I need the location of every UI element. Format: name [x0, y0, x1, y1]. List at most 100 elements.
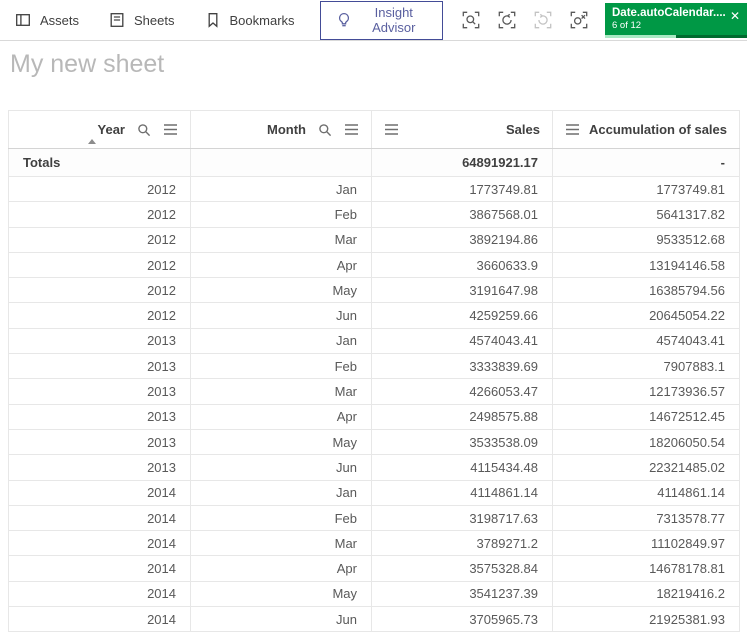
- insight-advisor-label: Insight Advisor: [372, 5, 416, 35]
- column-label-accumulation[interactable]: Accumulation of sales: [589, 122, 727, 137]
- close-icon[interactable]: ✕: [730, 9, 740, 23]
- selections-search-icon: [461, 10, 481, 30]
- selection-chip-count: 6 of 12: [612, 19, 642, 31]
- cell-month[interactable]: Feb: [190, 353, 372, 380]
- cell-sales: 4574043.41: [371, 327, 553, 355]
- table-row: 2013 Feb 3333839.69 7907883.1: [8, 353, 740, 380]
- cell-year[interactable]: 2013: [8, 378, 191, 405]
- column-header-year[interactable]: Year: [8, 110, 191, 149]
- cell-month[interactable]: Apr: [190, 251, 372, 279]
- cell-accumulation-of-sales: 7313578.77: [552, 504, 740, 532]
- cell-year[interactable]: 2013: [8, 428, 191, 456]
- column-label-year[interactable]: Year: [98, 122, 125, 137]
- cell-sales: 1773749.81: [371, 175, 553, 203]
- cell-accumulation-of-sales: 12173936.57: [552, 378, 740, 405]
- cell-year[interactable]: 2013: [8, 353, 191, 380]
- cell-sales: 3198717.63: [371, 504, 553, 532]
- table-row: 2012 Jan 1773749.81 1773749.81: [8, 175, 740, 203]
- cell-month[interactable]: Apr: [190, 403, 372, 430]
- cell-sales: 3333839.69: [371, 353, 553, 380]
- cell-month[interactable]: Feb: [190, 504, 372, 532]
- column-header-accumulation[interactable]: Accumulation of sales: [552, 110, 740, 149]
- cell-month[interactable]: Jun: [190, 454, 372, 481]
- column-header-month[interactable]: Month: [190, 110, 372, 149]
- totals-row: Totals 64891921.17 -: [8, 148, 740, 177]
- cell-year[interactable]: 2012: [8, 201, 191, 228]
- cell-month[interactable]: May: [190, 428, 372, 456]
- cell-sales: 4115434.48: [371, 454, 553, 481]
- sort-ascending-icon: [88, 139, 96, 144]
- selection-chip[interactable]: Date.autoCalendar.... 6 of 12 ✕: [605, 2, 747, 38]
- insight-advisor-button[interactable]: Insight Advisor: [319, 0, 443, 40]
- column-label-sales[interactable]: Sales: [506, 122, 540, 137]
- cell-year[interactable]: 2014: [8, 606, 191, 632]
- cell-accumulation-of-sales: 14678178.81: [552, 555, 740, 582]
- assets-panel-icon: [15, 12, 31, 28]
- table-row: 2014 Jun 3705965.73 21925381.93: [8, 606, 740, 632]
- cell-year[interactable]: 2014: [8, 504, 191, 532]
- selection-chip-field: Date.autoCalendar....: [612, 6, 725, 19]
- step-back-button[interactable]: [493, 6, 521, 34]
- cell-year[interactable]: 2014: [8, 530, 191, 557]
- search-icon[interactable]: [137, 123, 151, 137]
- cell-accumulation-of-sales: 16385794.56: [552, 277, 740, 304]
- cell-year[interactable]: 2012: [8, 277, 191, 304]
- clear-selections-button[interactable]: [565, 6, 593, 34]
- cell-month[interactable]: Jan: [190, 175, 372, 203]
- cell-year[interactable]: 2014: [8, 479, 191, 506]
- cell-year[interactable]: 2014: [8, 555, 191, 582]
- bookmarks-label: Bookmarks: [229, 12, 295, 28]
- column-menu-icon[interactable]: [344, 123, 359, 136]
- step-back-icon: [497, 10, 517, 30]
- column-menu-icon[interactable]: [384, 123, 399, 136]
- bookmarks-button[interactable]: Bookmarks: [190, 0, 310, 40]
- cell-accumulation-of-sales: 4114861.14: [552, 479, 740, 506]
- cell-accumulation-of-sales: 14672512.45: [552, 403, 740, 430]
- table-container: Year Month Sales Accumulation of sales T…: [8, 110, 740, 632]
- cell-month[interactable]: Feb: [190, 201, 372, 228]
- column-header-sales[interactable]: Sales: [371, 110, 553, 149]
- cell-month[interactable]: Jan: [190, 327, 372, 355]
- selection-chip-main: Date.autoCalendar.... 6 of 12: [612, 6, 725, 32]
- search-icon[interactable]: [318, 123, 332, 137]
- cell-month[interactable]: Apr: [190, 555, 372, 582]
- cell-year[interactable]: 2013: [8, 327, 191, 355]
- cell-year[interactable]: 2012: [8, 226, 191, 253]
- selection-progress-fill: [605, 34, 676, 38]
- step-forward-button[interactable]: [529, 6, 557, 34]
- table-row: 2014 Apr 3575328.84 14678178.81: [8, 555, 740, 582]
- cell-month[interactable]: Mar: [190, 530, 372, 557]
- table-row: 2012 Jun 4259259.66 20645054.22: [8, 302, 740, 329]
- sheets-label: Sheets: [134, 12, 175, 28]
- cell-month[interactable]: Jan: [190, 479, 372, 506]
- cell-year[interactable]: 2012: [8, 302, 191, 329]
- cell-month[interactable]: Mar: [190, 378, 372, 405]
- cell-accumulation-of-sales: 7907883.1: [552, 353, 740, 380]
- cell-year[interactable]: 2012: [8, 175, 191, 203]
- column-menu-icon[interactable]: [163, 123, 178, 136]
- cell-sales: 3867568.01: [371, 201, 553, 228]
- cell-month[interactable]: May: [190, 580, 372, 608]
- cell-year[interactable]: 2012: [8, 251, 191, 279]
- cell-month[interactable]: Jun: [190, 606, 372, 632]
- cell-accumulation-of-sales: 9533512.68: [552, 226, 740, 253]
- cell-sales: 4114861.14: [371, 479, 553, 506]
- table-header-row: Year Month Sales Accumulation of sales: [8, 110, 740, 149]
- table-row: 2013 Mar 4266053.47 12173936.57: [8, 378, 740, 405]
- cell-sales: 3892194.86: [371, 226, 553, 253]
- cell-year[interactable]: 2013: [8, 454, 191, 481]
- column-label-month[interactable]: Month: [267, 122, 306, 137]
- sheet-title: My new sheet: [10, 50, 165, 78]
- cell-month[interactable]: Jun: [190, 302, 372, 329]
- toolbar: Assets Sheets Bookmarks Insight Advisor: [0, 0, 747, 41]
- cell-month[interactable]: May: [190, 277, 372, 304]
- cell-accumulation-of-sales: 22321485.02: [552, 454, 740, 481]
- cell-year[interactable]: 2014: [8, 580, 191, 608]
- column-menu-icon[interactable]: [565, 123, 580, 136]
- cell-year[interactable]: 2013: [8, 403, 191, 430]
- sheets-button[interactable]: Sheets: [94, 0, 189, 40]
- selections-tool-button[interactable]: [457, 6, 485, 34]
- assets-button[interactable]: Assets: [0, 0, 94, 40]
- cell-accumulation-of-sales: 18219416.2: [552, 580, 740, 608]
- cell-month[interactable]: Mar: [190, 226, 372, 253]
